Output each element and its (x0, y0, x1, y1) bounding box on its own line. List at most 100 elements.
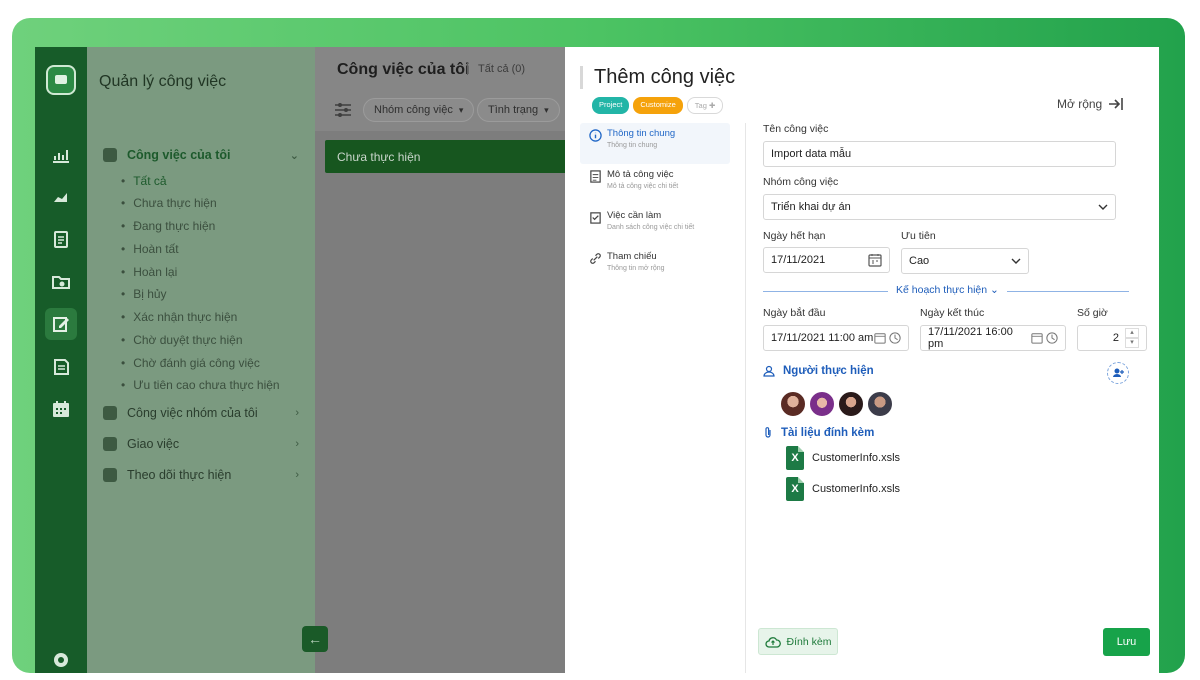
filter-status[interactable]: Tình trạng ▾ (477, 98, 560, 122)
chart-area-icon[interactable] (51, 187, 71, 207)
task-group-select[interactable]: Triển khai dự án (763, 194, 1116, 220)
step-reference[interactable]: Tham chiếu Thông tin mở rộng (580, 246, 730, 287)
step-general-info[interactable]: Thông tin chung Thông tin chung (580, 123, 730, 164)
step-description[interactable]: Mô tả công việc Mô tả công việc chi tiết (580, 164, 730, 205)
calendar-icon[interactable] (51, 399, 71, 419)
tab-all-count[interactable]: Tất cả (0) (467, 63, 525, 75)
sidebar-item-confirm[interactable]: Xác nhận thực hiện (121, 310, 237, 324)
document-icon (590, 170, 601, 183)
start-date-value: 17/11/2021 11:00 am (771, 332, 874, 344)
sidebar-item-not-started[interactable]: Chưa thực hiện (121, 196, 216, 210)
excel-file-icon: X (786, 446, 804, 470)
expand-button[interactable]: Mở rộng (1057, 97, 1124, 111)
chevron-right-icon: › (295, 438, 299, 450)
sidebar-item-await-review[interactable]: Chờ đánh giá công việc (121, 356, 260, 370)
sidebar-group-follow[interactable]: Theo dõi thực hiện › (103, 468, 299, 482)
sidebar-group-my-tasks[interactable]: Công việc của tôi ⌄ (103, 148, 299, 162)
filter-task-group[interactable]: Nhóm công việc ▾ (363, 98, 475, 122)
start-date-input[interactable]: 17/11/2021 11:00 am (763, 325, 909, 351)
attach-button[interactable]: Đính kèm (758, 628, 838, 655)
decrement-icon[interactable]: ▾ (1125, 338, 1139, 348)
step-subtitle: Thông tin chung (607, 142, 658, 149)
avatar[interactable] (780, 391, 806, 417)
user-follow-icon (103, 468, 117, 482)
step-todo[interactable]: Việc cần làm Danh sách công việc chi tiế… (580, 205, 730, 246)
attachment-file[interactable]: X CustomerInfo.xsls (786, 477, 900, 501)
checklist-icon (590, 212, 601, 224)
cloud-upload-icon (764, 636, 781, 648)
save-button[interactable]: Lưu (1103, 628, 1150, 656)
plan-section-toggle[interactable]: Kế hoạch thực hiện ⌄ (888, 284, 1007, 296)
sidebar-item-completed[interactable]: Hoàn tất (121, 242, 178, 256)
step-subtitle: Thông tin mở rộng (607, 265, 665, 272)
chevron-down-icon: ▾ (458, 104, 464, 115)
briefcase-icon (103, 148, 117, 162)
collapse-arrow-button[interactable]: ← (302, 626, 328, 652)
user-icon (763, 365, 775, 377)
task-name-value: Import data mẫu (771, 148, 852, 160)
tag-customize[interactable]: Customize (633, 97, 683, 114)
team-icon (103, 406, 117, 420)
end-date-input[interactable]: 17/11/2021 16:00 pm (920, 325, 1066, 351)
task-name-input[interactable]: Import data mẫu (763, 141, 1116, 167)
increment-icon[interactable]: ▴ (1125, 328, 1139, 338)
folder-icon[interactable] (51, 271, 71, 291)
edit-task-icon[interactable] (45, 308, 77, 340)
add-tag-button[interactable]: Tag ✚ (686, 97, 724, 114)
sidebar-item-cancelled[interactable]: Bị hủy (121, 287, 166, 301)
chevron-down-icon: ▾ (544, 104, 549, 115)
sidebar-group-team-tasks[interactable]: Công việc nhóm của tôi › (103, 406, 299, 420)
sidebar-group-label: Giao việc (127, 437, 180, 451)
hours-stepper[interactable]: 2 ▴ ▾ (1077, 325, 1147, 351)
add-assignee-button[interactable] (1107, 362, 1129, 384)
excel-file-icon: X (786, 477, 804, 501)
calendar-icon[interactable] (874, 332, 886, 344)
logo-icon[interactable] (46, 65, 76, 95)
start-date-label: Ngày bắt đầu (763, 307, 826, 319)
clipboard-icon[interactable] (51, 229, 71, 249)
chevron-right-icon: › (295, 469, 299, 481)
sidebar-group-label: Theo dõi thực hiện (127, 468, 232, 482)
avatar[interactable] (867, 391, 893, 417)
avatar[interactable] (838, 391, 864, 417)
sign-in-icon (1109, 98, 1124, 110)
attachment-file[interactable]: X CustomerInfo.xsls (786, 446, 900, 470)
sidebar-item-await-approval[interactable]: Chờ duyệt thực hiện (121, 333, 242, 347)
attach-label: Đính kèm (786, 635, 832, 648)
sidebar-item-in-progress[interactable]: Đang thực hiện (121, 219, 215, 233)
chart-bar-icon[interactable] (51, 145, 71, 165)
user-plus-icon (1113, 368, 1124, 377)
avatar[interactable] (809, 391, 835, 417)
file-name: CustomerInfo.xsls (812, 483, 901, 495)
sidebar-group-label: Công việc của tôi (127, 148, 231, 162)
icon-rail (35, 47, 87, 673)
calendar-icon[interactable] (868, 253, 882, 267)
app-window: Quản lý công việc Công việc của tôi ⌄ Tấ… (35, 47, 1159, 673)
clock-icon[interactable] (1046, 332, 1058, 344)
gear-icon[interactable] (51, 650, 71, 667)
sidebar-group-label: Công việc nhóm của tôi (127, 406, 258, 420)
step-title: Tham chiếu (607, 251, 657, 262)
stepper-arrows[interactable]: ▴ ▾ (1125, 328, 1139, 348)
sidebar-item-all[interactable]: Tất cả (121, 174, 166, 188)
step-nav: Thông tin chung Thông tin chung Mô tả cô… (580, 123, 730, 287)
priority-value: Cao (909, 255, 930, 267)
clock-icon[interactable] (889, 332, 901, 344)
tag-project[interactable]: Project (592, 97, 630, 114)
file-name: CustomerInfo.xsls (812, 452, 901, 464)
sidebar-item-returned[interactable]: Hoàn lại (121, 265, 177, 279)
filter-settings-icon[interactable] (335, 103, 351, 117)
calendar-icon[interactable] (1031, 332, 1043, 344)
deadline-input[interactable]: 17/11/2021 (763, 247, 890, 273)
sidebar-item-high-priority[interactable]: Ưu tiên cao chưa thực hiện (121, 378, 279, 392)
sidebar-group-assign[interactable]: Giao việc › (103, 437, 299, 451)
task-name-label: Tên công việc (763, 123, 829, 135)
priority-select[interactable]: Cao (901, 248, 1029, 274)
receipt-icon[interactable] (51, 357, 71, 377)
deadline-value: 17/11/2021 (771, 254, 826, 266)
end-date-label: Ngày kết thúc (920, 307, 985, 319)
user-add-icon (103, 437, 117, 451)
step-title: Thông tin chung (607, 128, 676, 139)
add-tag-label: Tag (694, 101, 707, 110)
hours-value: 2 (1112, 332, 1119, 344)
